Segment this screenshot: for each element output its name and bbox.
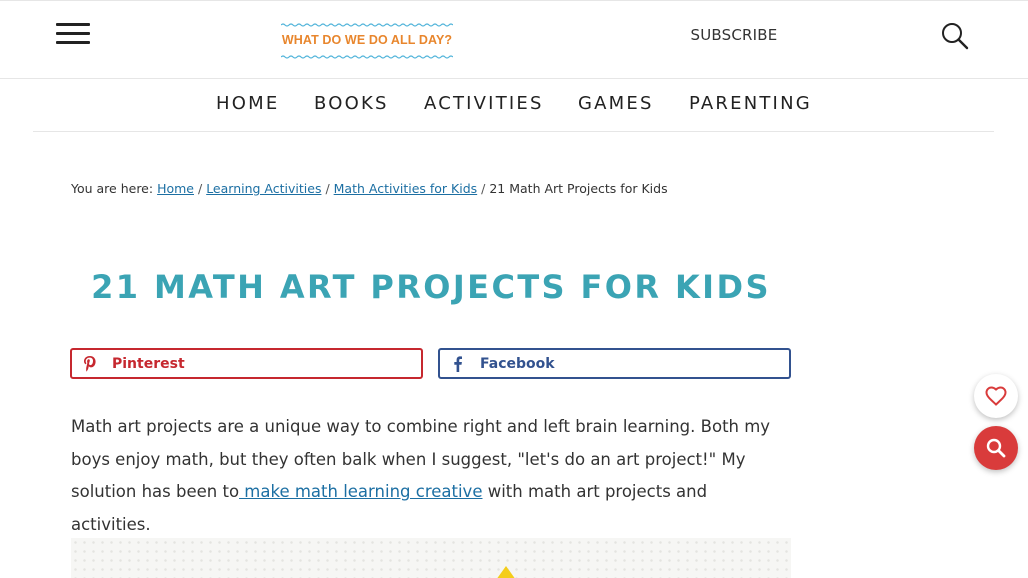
facebook-icon xyxy=(454,356,462,372)
breadcrumb-separator: / xyxy=(325,181,330,196)
breadcrumb-link-home[interactable]: Home xyxy=(157,181,194,196)
facebook-label: Facebook xyxy=(480,356,555,372)
site-header: WHAT DO WE DO ALL DAY? SUBSCRIBE xyxy=(0,0,1028,79)
favorite-button[interactable] xyxy=(974,374,1018,418)
facebook-share-button[interactable]: Facebook xyxy=(438,348,791,379)
breadcrumb-current: 21 Math Art Projects for Kids xyxy=(489,181,668,196)
search-icon[interactable] xyxy=(940,21,970,51)
pinterest-share-button[interactable]: Pinterest xyxy=(70,348,423,379)
nav-item-parenting[interactable]: PARENTING xyxy=(689,93,812,114)
zoom-search-button[interactable] xyxy=(974,426,1018,470)
pinterest-icon xyxy=(84,356,96,372)
article-intro-paragraph: Math art projects are a unique way to co… xyxy=(71,411,791,541)
subscribe-link[interactable]: SUBSCRIBE xyxy=(686,26,782,44)
image-texture xyxy=(71,538,791,578)
site-logo[interactable]: WHAT DO WE DO ALL DAY? xyxy=(281,23,453,59)
search-icon xyxy=(986,438,1006,458)
breadcrumb-link-math-activities[interactable]: Math Activities for Kids xyxy=(334,181,478,196)
article-title: 21 MATH ART PROJECTS FOR KIDS xyxy=(91,268,771,306)
nav-item-home[interactable]: HOME xyxy=(216,93,279,114)
breadcrumb-link-learning-activities[interactable]: Learning Activities xyxy=(206,181,321,196)
yellow-shape xyxy=(496,566,516,578)
article-hero-image xyxy=(71,538,791,578)
breadcrumb-separator: / xyxy=(197,181,203,196)
breadcrumb-prefix: You are here: xyxy=(71,181,154,196)
heart-icon xyxy=(985,386,1007,406)
hamburger-menu-icon[interactable] xyxy=(56,23,90,49)
nav-item-books[interactable]: BOOKS xyxy=(314,93,389,114)
nav-item-activities[interactable]: ACTIVITIES xyxy=(424,93,544,114)
logo-text: WHAT DO WE DO ALL DAY? xyxy=(281,33,453,47)
logo-wave-top xyxy=(281,23,453,27)
make-math-learning-creative-link[interactable]: make math learning creative xyxy=(239,482,482,501)
logo-wave-bottom xyxy=(281,55,453,59)
pinterest-label: Pinterest xyxy=(112,356,185,372)
nav-item-games[interactable]: GAMES xyxy=(578,93,654,114)
breadcrumb: You are here: Home / Learning Activities… xyxy=(71,181,668,196)
main-navigation: HOME BOOKS ACTIVITIES GAMES PARENTING xyxy=(33,80,994,132)
breadcrumb-separator: / xyxy=(481,181,486,196)
